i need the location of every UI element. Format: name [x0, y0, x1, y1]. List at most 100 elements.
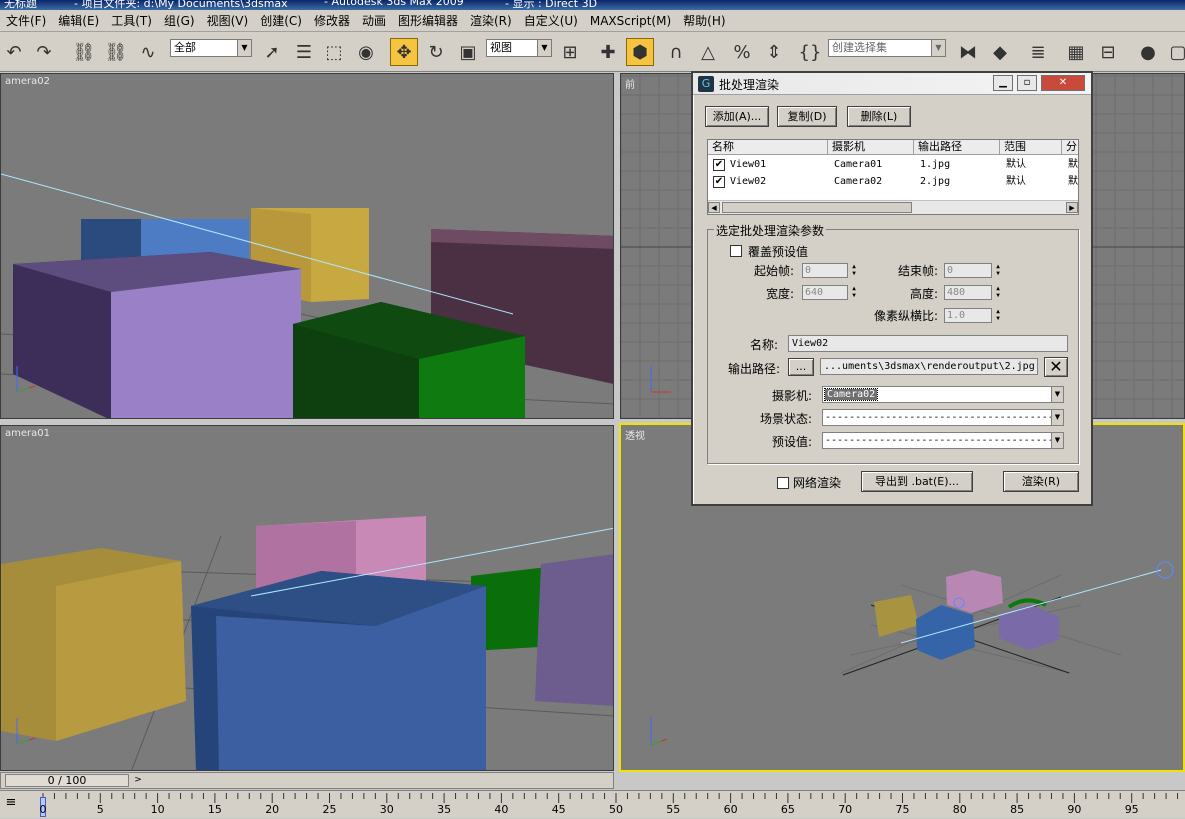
column-header-output[interactable]: 输出路径 [914, 140, 1000, 155]
column-header-camera[interactable]: 摄影机 [828, 140, 914, 155]
track-bar[interactable]: ≡ 0 5 10 15 20 25 30 35 40 45 50 55 60 65 70 75 80 85 90 95 [0, 790, 1185, 818]
named-selection-set-dropdown[interactable]: 创建选择集 ▼ [828, 39, 946, 57]
select-and-scale-icon[interactable]: ▣ [454, 38, 482, 66]
menu-item[interactable]: 创建(C) [254, 10, 308, 32]
spinner-snap-icon[interactable]: ⇕ [760, 38, 788, 66]
pivot-center-icon[interactable]: ⊞ [556, 38, 584, 66]
job-enabled-checkbox[interactable]: ✔ [713, 176, 725, 188]
menu-item[interactable]: 修改器 [308, 10, 356, 32]
selection-filter-dropdown[interactable]: 全部 ▼ [170, 39, 252, 57]
layer-manager-icon[interactable]: ≣ [1024, 38, 1052, 66]
undo-icon[interactable]: ↶ [0, 38, 28, 66]
column-header-name[interactable]: 名称 [708, 140, 828, 155]
select-and-move-icon[interactable]: ✥ [390, 38, 418, 66]
curve-editor-icon[interactable]: ▦ [1062, 38, 1090, 66]
maximize-icon[interactable]: ▫ [1017, 75, 1037, 91]
job-name-field[interactable]: View02 [788, 335, 1068, 352]
height-spinner[interactable]: 480 ▲ ▼ [944, 285, 1000, 300]
edit-named-selection-icon[interactable]: {} [796, 38, 824, 66]
clear-output-icon[interactable]: ✕ [1044, 357, 1068, 377]
menu-item[interactable]: 图形编辑器 [392, 10, 464, 32]
scene-state-label: 场景状态: [760, 412, 813, 426]
output-path-field[interactable]: ...uments\3dsmax\renderoutput\2.jpg [820, 358, 1038, 375]
mirror-icon[interactable]: ⧓ [954, 38, 982, 66]
redo-icon[interactable]: ↷ [30, 38, 58, 66]
column-header-range[interactable]: 范围 [1000, 140, 1062, 155]
angle-snap-icon[interactable]: △ [694, 38, 722, 66]
schematic-view-icon[interactable]: ⊟ [1094, 38, 1122, 66]
scroll-left-icon[interactable]: ◀ [708, 202, 720, 213]
bind-to-space-warp-icon[interactable]: ∿ [134, 38, 162, 66]
menu-item[interactable]: 组(G) [158, 10, 201, 32]
menu-item[interactable]: 视图(V) [201, 10, 255, 32]
time-slider-thumb[interactable]: 0 / 100 [5, 774, 129, 787]
menu-item[interactable]: 自定义(U) [518, 10, 584, 32]
list-horizontal-scrollbar[interactable]: ◀ ▶ [708, 200, 1078, 214]
network-render-checkbox[interactable] [777, 477, 789, 489]
job-enabled-checkbox[interactable]: ✔ [713, 159, 725, 171]
render-setup-icon[interactable]: ▢ [1164, 38, 1185, 66]
viewport-label[interactable]: 透视 [625, 427, 645, 442]
track-ticks [42, 793, 1179, 803]
batch-job-list[interactable]: 名称 摄影机 输出路径 范围 分 ✔ View01 Camera01 1.jpg… [707, 139, 1079, 215]
select-and-rotate-icon[interactable]: ↻ [422, 38, 450, 66]
output-browse-button[interactable]: ... [788, 358, 814, 376]
spinner-arrows-icon[interactable]: ▲ ▼ [993, 263, 1003, 278]
minimize-icon[interactable]: ▁ [993, 75, 1013, 91]
material-editor-icon[interactable]: ● [1134, 38, 1162, 66]
next-frame-icon[interactable]: > [131, 774, 145, 787]
reference-coordinate-dropdown[interactable]: 视图 ▼ [486, 39, 552, 57]
percent-snap-icon[interactable]: % [728, 38, 756, 66]
rectangular-selection-icon[interactable]: ⬚ [320, 38, 348, 66]
menu-item[interactable]: 渲染(R) [464, 10, 518, 32]
align-icon[interactable]: ◆ [986, 38, 1014, 66]
render-button[interactable]: 渲染(R) [1003, 471, 1079, 492]
menu-item[interactable]: 文件(F) [0, 10, 52, 32]
job-name: View02 [730, 176, 767, 187]
menu-item[interactable]: 动画 [356, 10, 392, 32]
start-frame-spinner[interactable]: 0 ▲ ▼ [802, 263, 856, 278]
menu-item[interactable]: MAXScript(M) [584, 10, 677, 32]
export-bat-button[interactable]: 导出到 .bat(E)... [861, 471, 973, 492]
frame-tick-label: 35 [437, 803, 452, 816]
list-item[interactable]: ✔ View01 Camera01 1.jpg 默认 默 [708, 158, 1078, 174]
window-crossing-icon[interactable]: ◉ [352, 38, 380, 66]
viewport-label[interactable]: amera01 [5, 428, 50, 439]
close-icon[interactable]: ✕ [1041, 75, 1085, 91]
keyboard-shortcut-override-icon[interactable]: ⬢ [626, 38, 654, 66]
manipulate-icon[interactable]: ✚ [594, 38, 622, 66]
column-header-extra[interactable]: 分 [1062, 140, 1078, 155]
viewport-label[interactable]: 前 [625, 76, 635, 91]
preset-dropdown[interactable]: ----------------------------------------… [822, 432, 1064, 449]
select-object-icon[interactable]: ➚ [258, 38, 286, 66]
end-frame-spinner[interactable]: 0 ▲ ▼ [944, 263, 1000, 278]
viewport-camera02[interactable]: amera02 [0, 73, 614, 419]
list-item[interactable]: ✔ View02 Camera02 2.jpg 默认 默 [708, 175, 1078, 191]
select-and-link-icon[interactable]: ⛓ [70, 38, 98, 66]
scrollbar-thumb[interactable] [722, 202, 912, 213]
menu-item[interactable]: 工具(T) [105, 10, 158, 32]
viewport-label[interactable]: amera02 [5, 76, 50, 87]
copy-button[interactable]: 复制(D) [777, 106, 837, 127]
delete-button[interactable]: 删除(L) [847, 106, 911, 127]
menu-item[interactable]: 帮助(H) [677, 10, 731, 32]
add-button[interactable]: 添加(A)... [705, 106, 769, 127]
pixel-aspect-spinner[interactable]: 1.0 ▲ ▼ [944, 308, 1000, 323]
scene-state-dropdown[interactable]: ----------------------------------------… [822, 409, 1064, 426]
spinner-arrows-icon[interactable]: ▲ ▼ [993, 285, 1003, 300]
scroll-right-icon[interactable]: ▶ [1066, 202, 1078, 213]
spinner-arrows-icon[interactable]: ▲ ▼ [849, 263, 859, 278]
frame-tick-label: 15 [207, 803, 222, 816]
camera-dropdown[interactable]: Camera02 ▼ [822, 386, 1064, 403]
width-spinner[interactable]: 640 ▲ ▼ [802, 285, 856, 300]
viewport-camera01[interactable]: amera01 [0, 425, 614, 771]
spinner-arrows-icon[interactable]: ▲ ▼ [849, 285, 859, 300]
time-slider[interactable]: 0 / 100 > [0, 772, 614, 789]
menu-item[interactable]: 编辑(E) [52, 10, 105, 32]
select-by-name-icon[interactable]: ☰ [290, 38, 318, 66]
override-preset-checkbox[interactable] [730, 245, 742, 257]
snaps-toggle-icon[interactable]: ∩ [662, 38, 690, 66]
spinner-arrows-icon[interactable]: ▲ ▼ [993, 308, 1003, 323]
dialog-title-bar[interactable]: G 批处理渲染 ▁ ▫ ✕ [693, 73, 1091, 95]
unlink-icon[interactable]: ⛓ [102, 38, 130, 66]
